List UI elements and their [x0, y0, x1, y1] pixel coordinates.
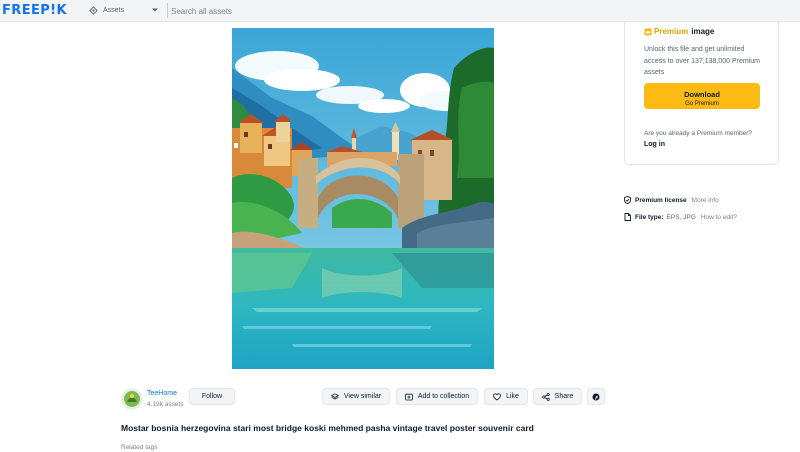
like-label: Like	[506, 393, 519, 400]
how-to-edit-link[interactable]: How to edit?	[701, 214, 737, 221]
license-row: Premium license More info	[624, 195, 719, 205]
add-to-collection-button[interactable]: Add to collection	[396, 388, 478, 405]
asset-type-select[interactable]: Assets	[84, 2, 166, 19]
pinterest-button[interactable]	[587, 388, 605, 405]
author-name[interactable]: TeeHome	[147, 390, 177, 397]
related-tags-heading: Related tags	[121, 444, 158, 451]
premium-member-question: Are you already a Premium member?	[644, 130, 753, 137]
file-type-value: EPS, JPG	[666, 213, 696, 221]
freepik-logo[interactable]: FREEP!K	[2, 3, 67, 18]
search-input[interactable]	[171, 4, 591, 18]
download-button-label: Download	[684, 89, 720, 99]
mostar-bridge-illustration	[232, 28, 494, 369]
view-similar-label: View similar	[343, 393, 382, 400]
share-icon	[541, 392, 550, 401]
more-info-link[interactable]: More info	[692, 197, 719, 204]
premium-card: Premium image Unlock this file and get u…	[624, 20, 779, 165]
premium-label: Premium	[654, 27, 689, 36]
crown-icon	[644, 28, 652, 35]
layers-icon	[330, 392, 339, 399]
pinterest-icon	[592, 393, 600, 400]
author-avatar[interactable]	[121, 388, 143, 410]
assets-icon	[89, 6, 98, 15]
like-button[interactable]: Like	[484, 388, 528, 405]
file-type-label: File type:	[635, 213, 664, 221]
download-button[interactable]: Download Go Premium	[644, 83, 760, 109]
collection-add-icon	[405, 393, 413, 400]
file-type-row: File type: EPS, JPG How to edit?	[624, 212, 737, 222]
go-premium-label: Go Premium	[685, 100, 719, 107]
heart-icon	[493, 392, 501, 400]
chevron-down-icon	[152, 8, 158, 12]
asset-title: Mostar bosnia herzegovina stari most bri…	[121, 423, 534, 433]
view-similar-button[interactable]: View similar	[322, 388, 390, 405]
premium-license-label: Premium license	[635, 196, 687, 204]
premium-heading: Premium image	[644, 27, 714, 36]
share-label: Share	[554, 393, 574, 400]
search-divider	[167, 3, 168, 18]
add-to-collection-label: Add to collection	[417, 393, 470, 400]
avatar-image	[121, 388, 143, 410]
top-bar: FREEP!K Assets	[0, 0, 800, 22]
author-asset-count: 4.19k assets	[147, 401, 184, 408]
image-label: image	[691, 27, 715, 36]
login-link[interactable]: Log in	[644, 141, 665, 148]
asset-preview-image[interactable]	[232, 28, 494, 369]
share-button[interactable]: Share	[533, 388, 582, 405]
premium-description: Unlock this file and get unlimited acces…	[644, 46, 760, 76]
file-icon	[624, 213, 631, 221]
follow-button[interactable]: Follow	[189, 388, 235, 405]
shield-icon	[624, 196, 631, 204]
asset-type-label: Assets	[103, 7, 125, 14]
